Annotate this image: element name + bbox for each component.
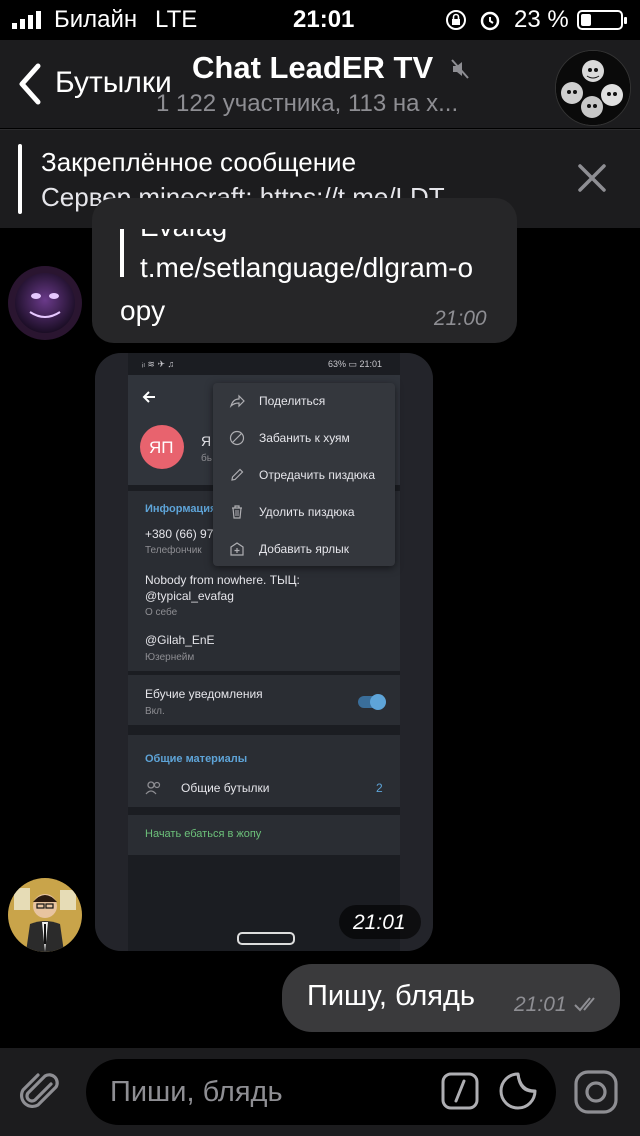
message-input-bar: Пиши, блядь (0, 1048, 640, 1136)
photo-notif-state: Вкл. (145, 706, 165, 717)
read-checkmarks-icon (574, 997, 595, 1012)
commands-icon[interactable] (440, 1071, 480, 1111)
photo-start-chat: Начать ебаться в жопу (145, 828, 262, 840)
photo-bio-handle: @typical_evafag (145, 589, 234, 603)
back-button-label[interactable]: Бутылки (55, 66, 172, 100)
menu-item-shortcut: Добавить ярлык (213, 532, 395, 568)
photo-phone: +380 (66) 97 (145, 527, 214, 541)
photo-context-menu: Поделиться Забанить к хуям Отредачить пи… (213, 383, 395, 566)
photo-profile-name: Я (201, 433, 212, 449)
photo-status-bar: ᵢₗ ≋ ✈ ♫ 63% ▭ 21:01 (128, 353, 400, 375)
network-label: LTE (155, 6, 198, 33)
photo-shared-card (128, 735, 400, 807)
chat-members-count: 1 122 участника, 113 на х... (156, 90, 459, 117)
photo-status-right: 63% ▭ 21:01 (328, 359, 383, 369)
camera-icon[interactable] (572, 1068, 620, 1116)
photo-blur-right (400, 353, 433, 951)
photo-info-header: Информация (145, 503, 217, 515)
message-input-placeholder: Пиши, блядь (110, 1076, 283, 1108)
status-bar: Билайн LTE 21:01 23 % (0, 0, 640, 40)
photo-profile-status: бь (201, 453, 212, 464)
photo-bio: Nobody from nowhere. ТЫЦ: (145, 573, 300, 587)
menu-item-edit: Отредачить пиздюка (213, 458, 395, 494)
photo-home-indicator (237, 932, 295, 945)
photo-notif-label: Ебучие уведомления (145, 687, 263, 701)
message-text: opy (120, 295, 166, 326)
photo-username-label: Юзернейм (145, 652, 195, 663)
attach-icon[interactable] (18, 1068, 66, 1116)
block-icon (229, 430, 245, 446)
menu-label-shortcut: Добавить ярлык (259, 542, 350, 556)
share-icon (229, 394, 245, 409)
outgoing-message-time: 21:01 (514, 993, 567, 1016)
chat-header: Бутылки Chat LeadER TV 1 122 участника, … (0, 40, 640, 128)
photo-shared-header: Общие материалы (145, 753, 248, 765)
orientation-lock-icon (446, 10, 466, 30)
photo-notif-toggle (358, 694, 386, 710)
muted-icon (451, 59, 469, 79)
photo-bio-label: О себе (145, 607, 178, 618)
menu-label-edit: Отредачить пиздюка (259, 468, 375, 482)
close-pinned-icon[interactable] (577, 163, 607, 193)
photo-avatar-initials: ЯП (149, 438, 174, 457)
clock: 21:01 (293, 6, 355, 33)
back-chevron-icon[interactable] (14, 62, 54, 106)
chat-avatar[interactable] (555, 50, 631, 126)
photo-group-icon (145, 781, 161, 795)
carrier-label: Билайн (54, 6, 138, 33)
photo-shared-count: 2 (376, 781, 383, 795)
alarm-icon (480, 11, 500, 31)
photo-time: 21:01 (353, 911, 406, 934)
photo-back-arrow-icon (142, 391, 155, 403)
sticker-icon[interactable] (498, 1071, 538, 1111)
add-shortcut-icon (230, 542, 244, 556)
photo-blur-top (95, 353, 128, 951)
menu-item-ban: Забанить к хуям (213, 421, 395, 457)
message-input[interactable]: Пиши, блядь (86, 1059, 556, 1125)
menu-label-delete: Удолить пиздюка (259, 505, 355, 519)
menu-label-share: Поделиться (259, 394, 326, 408)
chat-title[interactable]: Chat LeadER TV (192, 50, 433, 86)
signal-icon (12, 11, 41, 29)
photo-shared-groups: Общие бутылки (181, 781, 270, 795)
menu-item-delete: Удолить пиздюка (213, 495, 395, 531)
battery-percent: 23 % (514, 6, 569, 33)
outgoing-message-text: Пишу, блядь (307, 980, 475, 1012)
photo-status-icons: ᵢₗ ≋ ✈ ♫ (142, 359, 175, 369)
photo-time-badge: 21:01 (339, 905, 421, 939)
message-time: 21:00 (434, 307, 487, 330)
sender-avatar-2[interactable] (8, 878, 82, 952)
photo-username: @Gilah_EnE (145, 633, 215, 647)
photo-profile-avatar: ЯП (140, 425, 184, 469)
battery-icon (577, 10, 627, 30)
quote-bar (120, 229, 124, 277)
quote-text: t.me/setlanguage/dlgram-o (140, 252, 474, 283)
photo-phone-label: Телефончик (145, 545, 202, 556)
pinned-title: Закреплённое сообщение (41, 147, 357, 177)
trash-icon (232, 505, 242, 519)
pinned-accent-bar (18, 144, 22, 214)
edit-icon (231, 468, 244, 481)
sender-avatar[interactable] (8, 266, 82, 340)
menu-label-ban: Забанить к хуям (259, 431, 350, 445)
menu-item-share: Поделиться (213, 384, 395, 420)
